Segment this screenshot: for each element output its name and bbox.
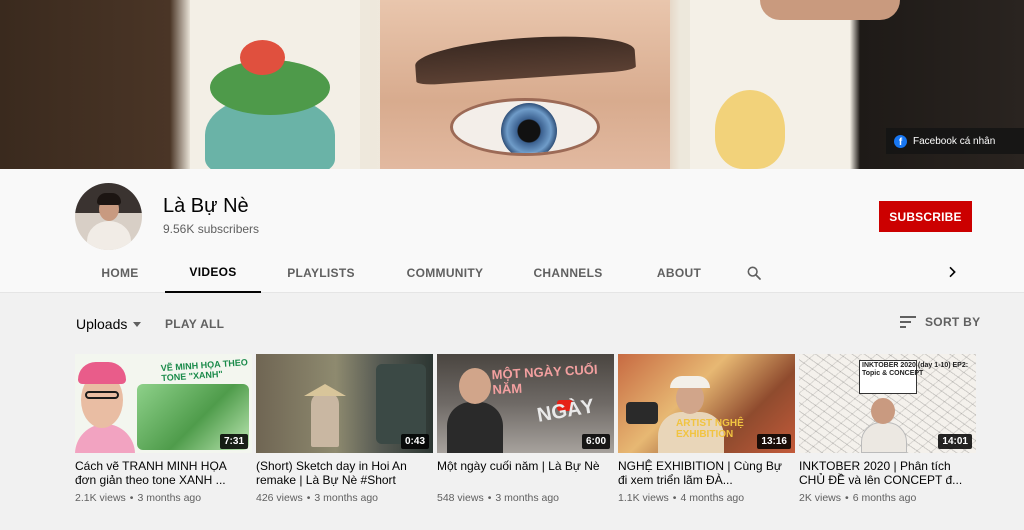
meta-separator: • <box>306 492 311 504</box>
video-thumbnail[interactable]: 0:43 <box>256 354 433 453</box>
meta-separator: • <box>129 492 134 504</box>
chevron-right-icon[interactable] <box>944 263 960 281</box>
tab-community[interactable]: COMMUNITY <box>381 253 509 293</box>
uploads-label: Uploads <box>76 316 128 332</box>
video-views: 426 views <box>256 492 303 504</box>
banner-hand <box>760 0 900 20</box>
video-views: 2.1K views <box>75 492 126 504</box>
camera-icon <box>626 402 658 424</box>
video-grid: VẼ MINH HỌA THEO TONE "XANH" 7:31 Cách v… <box>75 354 976 504</box>
avatar-shirt <box>87 221 131 250</box>
video-title[interactable]: INKTOBER 2020 | Phân tích CHỦ ĐỀ và lên … <box>799 459 976 487</box>
painted-iris <box>501 103 557 153</box>
thumbnail-text: VẼ MINH HỌA THEO TONE "XANH" <box>160 357 249 384</box>
video-meta: 2.1K views • 3 months ago <box>75 492 252 504</box>
video-age: 3 months ago <box>137 492 202 504</box>
meta-separator: • <box>672 492 677 504</box>
video-duration: 14:01 <box>938 434 972 449</box>
thumbnail-person-cap <box>78 362 126 384</box>
sticker-flower <box>240 40 285 75</box>
thumbnail-glasses <box>85 391 119 399</box>
video-age: 4 months ago <box>680 492 745 504</box>
video-age: 3 months ago <box>314 492 379 504</box>
tab-home[interactable]: HOME <box>75 253 165 293</box>
video-meta: 548 views • 3 months ago <box>437 492 614 504</box>
video-meta: 1.1K views • 4 months ago <box>618 492 795 504</box>
video-views: 548 views <box>437 492 484 504</box>
video-meta: 2K views • 6 months ago <box>799 492 976 504</box>
facebook-icon: f <box>894 134 907 148</box>
channel-header: Là Bự Nè 9.56K subscribers SUBSCRIBE HOM… <box>0 169 1024 293</box>
channel-tabs: HOME VIDEOS PLAYLISTS COMMUNITY CHANNELS… <box>75 253 731 293</box>
thumbnail-text: INKTOBER 2020 (day 1-10) EP2: Topic & CO… <box>862 362 969 377</box>
subscriber-count: 9.56K subscribers <box>163 222 260 236</box>
video-duration: 6:00 <box>581 434 610 449</box>
video-views: 1.1K views <box>618 492 669 504</box>
video-card[interactable]: 0:43 (Short) Sketch day in Hoi An remake… <box>256 354 433 504</box>
bulbasaur-sticker <box>195 40 345 169</box>
video-controls: Uploads PLAY ALL SORT BY <box>0 294 1024 348</box>
play-all-button[interactable]: PLAY ALL <box>165 317 224 331</box>
video-card[interactable]: INKTOBER 2020 (day 1-10) EP2: Topic & CO… <box>799 354 976 504</box>
sort-by-label: SORT BY <box>925 315 981 329</box>
facebook-link[interactable]: f Facebook cá nhân <box>886 128 1024 154</box>
thumbnail-person-body <box>861 422 907 453</box>
video-title[interactable]: Cách vẽ TRANH MINH HỌA đơn giản theo ton… <box>75 459 252 487</box>
painted-eye <box>450 98 600 156</box>
thumbnail-person <box>311 392 339 447</box>
video-age: 3 months ago <box>495 492 560 504</box>
facebook-link-label: Facebook cá nhân <box>913 135 996 147</box>
thumbnail-person-face <box>459 368 491 404</box>
thumbnail-hat <box>670 376 710 388</box>
thumbnail-phone <box>376 364 426 444</box>
sort-by-button[interactable]: SORT BY <box>900 315 980 329</box>
video-title[interactable]: Một ngày cuối năm | Là Bự Nè <box>437 459 614 487</box>
caret-down-icon <box>133 321 142 327</box>
avatar-hair <box>97 193 121 205</box>
video-views: 2K views <box>799 492 842 504</box>
thumbnail-conical-hat <box>304 384 346 396</box>
video-thumbnail[interactable]: VẼ MINH HỌA THEO TONE "XANH" 7:31 <box>75 354 252 453</box>
video-title[interactable]: NGHỆ EXHIBITION | Cùng Bự đi xem triển l… <box>618 459 795 487</box>
video-card[interactable]: MỘT NGÀY CUỐI NĂM NGÀY 6:00 Một ngày cuố… <box>437 354 614 504</box>
video-age: 6 months ago <box>852 492 917 504</box>
video-card[interactable]: VẼ MINH HỌA THEO TONE "XANH" 7:31 Cách v… <box>75 354 252 504</box>
video-card[interactable]: ARTIST NGHỆ EXHIBITION 13:16 NGHỆ EXHIBI… <box>618 354 795 504</box>
video-thumbnail[interactable]: INKTOBER 2020 (day 1-10) EP2: Topic & CO… <box>799 354 976 453</box>
video-meta: 426 views • 3 months ago <box>256 492 433 504</box>
video-duration: 7:31 <box>219 434 248 449</box>
thumbnail-text: MỘT NGÀY CUỐI NĂM <box>491 361 598 398</box>
thumbnail-person-body <box>447 402 503 453</box>
video-thumbnail[interactable]: ARTIST NGHỆ EXHIBITION 13:16 <box>618 354 795 453</box>
video-thumbnail[interactable]: MỘT NGÀY CUỐI NĂM NGÀY 6:00 <box>437 354 614 453</box>
tab-videos[interactable]: VIDEOS <box>165 253 261 293</box>
tab-channels[interactable]: CHANNELS <box>509 253 627 293</box>
thumbnail-text-secondary: NGÀY <box>535 395 597 427</box>
meta-separator: • <box>487 492 492 504</box>
subscribe-button[interactable]: SUBSCRIBE <box>879 201 972 232</box>
channel-banner: f Facebook cá nhân <box>0 0 1024 169</box>
thumbnail-person-shirt <box>75 424 135 453</box>
thumbnail-person-face <box>871 398 895 424</box>
psyduck-sticker <box>715 90 785 169</box>
tab-about[interactable]: ABOUT <box>627 253 731 293</box>
video-title[interactable]: (Short) Sketch day in Hoi An remake | Là… <box>256 459 433 487</box>
meta-separator: • <box>845 492 849 504</box>
uploads-dropdown[interactable]: Uploads <box>76 316 142 332</box>
sort-icon <box>900 316 916 328</box>
channel-name: Là Bự Nè <box>163 195 249 217</box>
tab-playlists[interactable]: PLAYLISTS <box>261 253 381 293</box>
video-duration: 13:16 <box>757 434 791 449</box>
channel-avatar[interactable] <box>75 183 142 250</box>
video-duration: 0:43 <box>400 434 429 449</box>
search-icon[interactable] <box>746 265 762 281</box>
